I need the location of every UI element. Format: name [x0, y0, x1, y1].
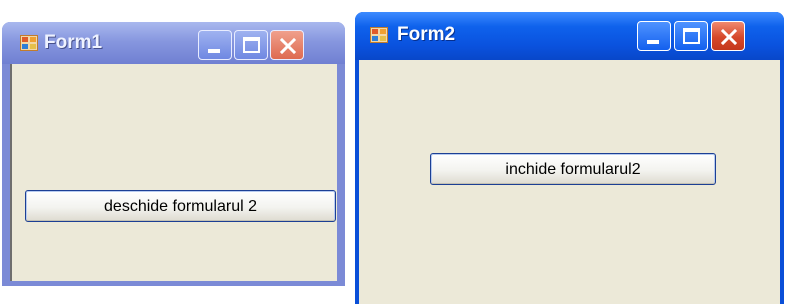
form2-titlebar[interactable]: Form2 — [355, 12, 784, 60]
minimize-button[interactable] — [198, 30, 232, 60]
form2-client-area: inchide formularul2 — [359, 60, 780, 304]
window-title: Form1 — [44, 32, 103, 53]
form1-client-area: deschide formularul 2 — [10, 64, 337, 281]
minimize-icon — [208, 49, 220, 53]
maximize-button[interactable] — [234, 30, 268, 60]
maximize-icon — [243, 37, 260, 53]
close-icon — [720, 28, 738, 46]
minimize-icon — [647, 40, 659, 44]
close-button[interactable] — [711, 21, 745, 51]
close-icon — [279, 37, 297, 55]
open-form2-button[interactable]: deschide formularul 2 — [25, 190, 336, 222]
form-app-icon — [370, 27, 388, 43]
form1-titlebar[interactable]: Form1 — [2, 22, 345, 64]
window-title: Form2 — [397, 24, 456, 45]
form1-window: Form1 deschide formularul 2 — [2, 22, 345, 286]
form-app-icon — [20, 35, 38, 51]
maximize-button[interactable] — [674, 21, 708, 51]
maximize-icon — [683, 28, 700, 44]
close-button[interactable] — [270, 30, 304, 60]
form2-window: Form2 inchide formularul2 — [355, 12, 784, 304]
close-form2-button[interactable]: inchide formularul2 — [430, 153, 716, 185]
minimize-button[interactable] — [637, 21, 671, 51]
